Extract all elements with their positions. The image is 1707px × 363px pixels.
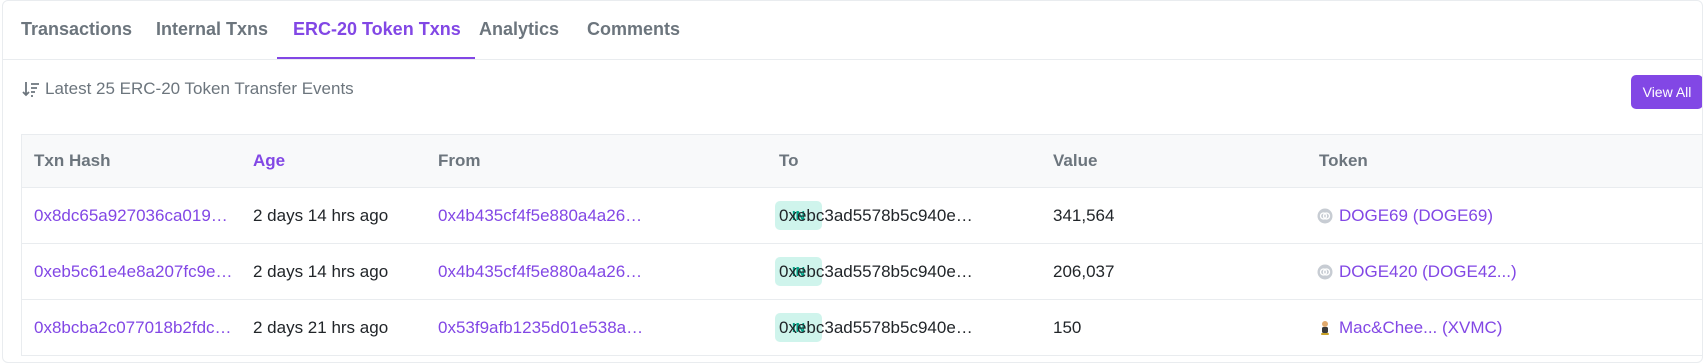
- from-address-link[interactable]: 0x53f9afb1235d01e538a…: [438, 300, 648, 355]
- transfer-summary: Latest 25 ERC-20 Token Transfer Events: [21, 79, 354, 99]
- to-address: 0xebc3ad5578b5c940e6…: [779, 262, 979, 281]
- tab-erc20-token-txns[interactable]: ERC-20 Token Txns: [277, 1, 475, 59]
- token-name: Mac&Chee... (XVMC): [1339, 318, 1503, 337]
- age-cell: 2 days 21 hrs ago: [253, 318, 389, 337]
- header-from: From: [438, 151, 481, 170]
- table-row: 0xeb5c61e4e8a207fc9ef… 2 days 14 hrs ago…: [22, 244, 1702, 300]
- token-name: DOGE69 (DOGE69): [1339, 206, 1493, 225]
- from-address-link[interactable]: 0x4b435cf4f5e880a4a26…: [438, 244, 648, 299]
- summary-text: Latest 25 ERC-20 Token Transfer Events: [45, 79, 354, 98]
- header-txn-hash: Txn Hash: [34, 151, 111, 170]
- token-transfers-card: Transactions Internal Txns ERC-20 Token …: [2, 0, 1703, 363]
- generic-token-icon: [1317, 264, 1333, 279]
- age-cell: 2 days 14 hrs ago: [253, 262, 389, 281]
- sort-descending-icon: [22, 82, 39, 97]
- to-address: 0xebc3ad5578b5c940e6…: [779, 318, 979, 337]
- token-transfers-table: Txn Hash Age From To Value Token 0x8dc65…: [21, 134, 1702, 356]
- header-age[interactable]: Age: [253, 135, 285, 187]
- token-link[interactable]: DOGE420 (DOGE42...): [1317, 244, 1517, 299]
- age-cell: 2 days 14 hrs ago: [253, 206, 389, 225]
- tab-bar: Transactions Internal Txns ERC-20 Token …: [3, 1, 1702, 60]
- to-address: 0xebc3ad5578b5c940e6…: [779, 206, 979, 225]
- tab-comments[interactable]: Comments: [587, 1, 680, 58]
- token-name: DOGE420 (DOGE42...): [1339, 262, 1517, 281]
- token-link[interactable]: DOGE69 (DOGE69): [1317, 188, 1493, 243]
- mascot-token-icon: [1321, 320, 1329, 335]
- table-row: 0x8bcba2c077018b2fdc7… 2 days 21 hrs ago…: [22, 300, 1702, 356]
- header-token: Token: [1319, 151, 1368, 170]
- from-address-link[interactable]: 0x4b435cf4f5e880a4a26…: [438, 188, 648, 243]
- value-cell: 206,037: [1053, 262, 1115, 281]
- header-to: To: [779, 151, 799, 170]
- table-header: Txn Hash Age From To Value Token: [22, 135, 1702, 188]
- value-cell: 341,564: [1053, 206, 1115, 225]
- view-all-button[interactable]: View All: [1631, 75, 1702, 109]
- token-link[interactable]: Mac&Chee... (XVMC): [1317, 300, 1502, 355]
- txn-hash-link[interactable]: 0xeb5c61e4e8a207fc9ef…: [34, 244, 234, 299]
- tab-analytics[interactable]: Analytics: [479, 1, 559, 58]
- header-value: Value: [1053, 151, 1098, 170]
- generic-token-icon: [1317, 208, 1333, 223]
- tab-internal-txns[interactable]: Internal Txns: [156, 1, 268, 58]
- tab-transactions[interactable]: Transactions: [21, 1, 132, 58]
- txn-hash-link[interactable]: 0x8dc65a927036ca019a…: [34, 188, 234, 243]
- value-cell: 150: [1053, 318, 1082, 337]
- table-row: 0x8dc65a927036ca019a… 2 days 14 hrs ago …: [22, 188, 1702, 244]
- txn-hash-link[interactable]: 0x8bcba2c077018b2fdc7…: [34, 300, 234, 355]
